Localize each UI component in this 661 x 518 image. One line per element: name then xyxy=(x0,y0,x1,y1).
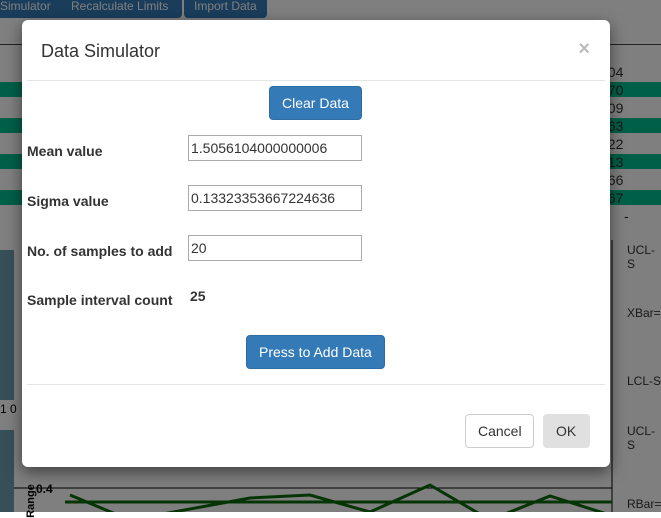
clear-data-button[interactable]: Clear Data xyxy=(269,86,362,120)
add-data-button[interactable]: Press to Add Data xyxy=(246,335,385,369)
interval-value: 25 xyxy=(190,288,206,304)
mean-label: Mean value xyxy=(27,143,103,159)
interval-label: Sample interval count xyxy=(27,292,173,308)
data-simulator-modal: Data Simulator × Clear Data Mean value S… xyxy=(22,20,610,467)
header-divider xyxy=(27,80,605,81)
close-icon[interactable]: × xyxy=(578,38,590,61)
samples-input[interactable] xyxy=(188,235,362,261)
cancel-button[interactable]: Cancel xyxy=(465,414,534,448)
modal-title: Data Simulator xyxy=(41,41,161,61)
samples-label: No. of samples to add xyxy=(27,243,173,259)
footer-divider xyxy=(27,384,605,385)
sigma-input[interactable] xyxy=(188,185,362,211)
ok-button[interactable]: OK xyxy=(543,414,590,448)
sigma-label: Sigma value xyxy=(27,193,109,209)
mean-input[interactable] xyxy=(188,135,362,161)
